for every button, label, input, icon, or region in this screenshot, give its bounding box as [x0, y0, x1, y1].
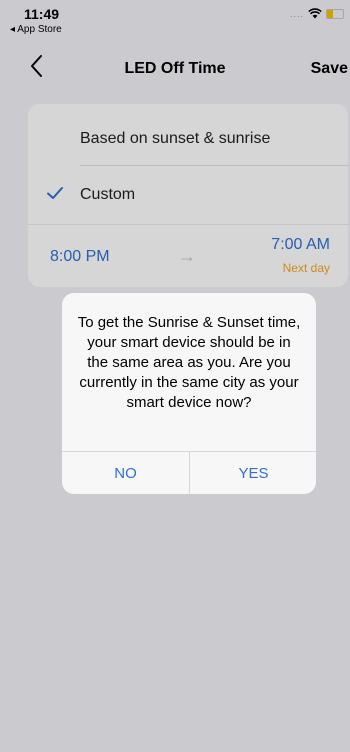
led-off-time-screen: 11:49 ◂ App Store .... LED Off Time Save… [0, 0, 350, 752]
yes-button[interactable]: YES [190, 452, 316, 494]
location-alert-dialog: To get the Sunrise & Sunset time, your s… [62, 293, 316, 494]
alert-message: To get the Sunrise & Sunset time, your s… [77, 314, 301, 411]
no-button[interactable]: NO [62, 452, 189, 494]
